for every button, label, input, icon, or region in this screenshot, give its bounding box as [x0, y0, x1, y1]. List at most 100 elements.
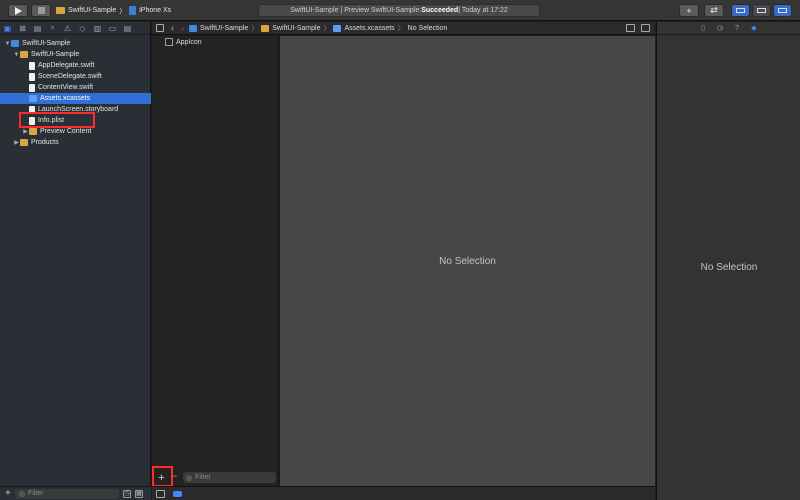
swift-file-icon: [29, 72, 35, 81]
inspector-panel: ▯ ◷ ? ◆ No Selection: [656, 22, 800, 500]
breadcrumb-item[interactable]: SwiftUI-Sample: [272, 25, 320, 32]
folder-icon: [261, 24, 270, 32]
source-control-filter-icon[interactable]: ▦: [134, 489, 143, 498]
tree-item[interactable]: ▼ SwiftUI-Sample: [0, 49, 151, 60]
add-editor-icon[interactable]: [626, 24, 635, 32]
forward-arrow-icon[interactable]: ›: [181, 23, 184, 33]
stop-button[interactable]: [31, 4, 51, 17]
add-asset-button[interactable]: +: [152, 466, 173, 487]
tree-item-label: ContentView.swift: [38, 84, 94, 91]
quick-help-icon[interactable]: ?: [733, 24, 741, 32]
recent-files-icon[interactable]: ◷: [122, 489, 131, 498]
filter-icon: ◎: [186, 474, 193, 482]
navigator-filter-input[interactable]: ◎ Filter: [14, 488, 119, 499]
tree-item-label: SwiftUI-Sample: [22, 40, 71, 47]
app-icon-set-icon: [165, 38, 173, 46]
asset-list-footer: + − ◎ Filter: [152, 466, 279, 487]
project-icon: [189, 24, 197, 32]
navigator-filter-placeholder: Filter: [27, 490, 44, 497]
asset-catalog-list: AppIcon + − ◎ Filter: [152, 36, 279, 487]
disclosure-icon[interactable]: ▶: [22, 128, 29, 135]
asset-catalog-icon: [333, 24, 342, 32]
inspector-tabs: ▯ ◷ ? ◆: [657, 22, 800, 35]
inspector-empty-label: No Selection: [700, 262, 758, 273]
disclosure-icon[interactable]: ▼: [4, 41, 11, 47]
breadcrumb-item[interactable]: Assets.xcassets: [344, 25, 394, 32]
filter-icon: ◎: [18, 490, 25, 498]
add-file-button[interactable]: +: [5, 488, 11, 499]
disclosure-icon[interactable]: ▶: [13, 139, 20, 146]
activity-suffix: | Today at 17:22: [458, 7, 508, 14]
tree-item-label: SwiftUI-Sample: [31, 51, 80, 58]
breadcrumb-item[interactable]: No Selection: [408, 25, 448, 32]
stop-icon: [37, 7, 45, 14]
editor-jump-bar: ‹ › SwiftUI-Sample 〉 SwiftUI-Sample 〉 Assets…: [152, 22, 655, 35]
add-asset-highlight-annotation: [152, 466, 173, 487]
project-navigator: ▣ ⊠ ▤ ⌕ ⚠ ◇ ▥ ▭ ▤ ▼ SwiftUI-Sample ▼ SwiftU…: [0, 22, 151, 500]
tree-item-label: AppDelegate.swift: [38, 62, 95, 69]
attributes-inspector-icon[interactable]: ◆: [750, 24, 758, 32]
assets-highlight-annotation: [19, 112, 95, 128]
debug-area-toggle-icon[interactable]: [173, 490, 182, 497]
asset-catalog-icon: [29, 95, 37, 102]
breadcrumb-separator: 〉: [397, 25, 405, 32]
window-toolbar: SwiftUI-Sample 〉 iPhone Xs SwiftUI-Sampl…: [0, 0, 800, 21]
run-button[interactable]: [8, 4, 28, 17]
file-inspector-icon[interactable]: ▯: [699, 24, 707, 32]
source-control-tab-icon[interactable]: ⊠: [18, 24, 27, 33]
show-slicing-icon[interactable]: [156, 489, 165, 498]
folder-tab-icon[interactable]: ▣: [3, 24, 12, 33]
asset-item-appicon[interactable]: AppIcon: [165, 38, 202, 46]
tree-item-label: Products: [31, 139, 59, 146]
tree-item-label: Assets.xcassets: [40, 95, 91, 102]
activity-prefix: SwiftUI-Sample | Preview SwiftUI-Sample:: [290, 7, 422, 14]
activity-viewer: SwiftUI-Sample | Preview SwiftUI-Sample:…: [258, 4, 540, 17]
symbol-tab-icon[interactable]: ▤: [33, 24, 42, 33]
history-inspector-icon[interactable]: ◷: [716, 24, 724, 32]
back-arrow-icon[interactable]: ‹: [171, 23, 174, 33]
breakpoint-tab-icon[interactable]: ▭: [108, 24, 117, 33]
folder-icon: [20, 51, 28, 58]
plus-icon: +: [686, 5, 692, 16]
right-panel-icon: [778, 8, 787, 13]
test-tab-icon[interactable]: ◇: [78, 24, 87, 33]
disclosure-icon[interactable]: ▼: [13, 52, 20, 58]
code-review-button[interactable]: ⇄: [704, 4, 724, 17]
scheme-device-label: iPhone Xs: [139, 7, 172, 14]
related-items-icon[interactable]: [156, 24, 164, 32]
find-tab-icon[interactable]: ⌕: [48, 23, 57, 33]
app-target-icon: [56, 7, 65, 14]
folder-icon: [20, 139, 28, 146]
asset-filter-input[interactable]: ◎ Filter: [183, 472, 276, 483]
asset-filter-placeholder: Filter: [195, 474, 211, 481]
library-button[interactable]: +: [679, 4, 699, 17]
split-editor-icon[interactable]: [641, 24, 650, 32]
canvas-empty-label: No Selection: [439, 255, 496, 267]
tree-item[interactable]: ▼ SwiftUI-Sample: [0, 38, 151, 49]
navigator-toggle-button[interactable]: [731, 4, 750, 17]
swift-file-icon: [29, 61, 35, 70]
debug-area-toggle-button[interactable]: [752, 4, 771, 17]
issue-tab-icon[interactable]: ⚠: [63, 24, 72, 33]
scheme-selector[interactable]: SwiftUI-Sample 〉 iPhone Xs: [56, 4, 171, 17]
scheme-app-label: SwiftUI-Sample: [68, 7, 117, 14]
breadcrumb-item[interactable]: SwiftUI-Sample: [200, 25, 248, 32]
tree-item[interactable]: Assets.xcassets: [0, 93, 151, 104]
navigator-tabs: ▣ ⊠ ▤ ⌕ ⚠ ◇ ▥ ▭ ▤: [0, 22, 150, 35]
scheme-separator: 〉: [119, 7, 127, 15]
debug-tab-icon[interactable]: ▥: [93, 24, 102, 33]
tree-item[interactable]: ▶ Products: [0, 137, 151, 148]
editor-bottom-bar: [152, 486, 655, 500]
tree-item[interactable]: SceneDelegate.swift: [0, 71, 151, 82]
inspector-toggle-button[interactable]: [773, 4, 792, 17]
project-icon: [11, 40, 19, 47]
tree-item[interactable]: ContentView.swift: [0, 82, 151, 93]
bottom-panel-icon: [757, 8, 766, 13]
asset-editor-canvas: No Selection: [280, 36, 655, 486]
report-tab-icon[interactable]: ▤: [123, 24, 132, 33]
remove-asset-button[interactable]: −: [172, 471, 177, 481]
asset-item-label: AppIcon: [176, 38, 202, 46]
swift-file-icon: [29, 83, 35, 92]
swap-icon: ⇄: [710, 5, 718, 15]
tree-item[interactable]: AppDelegate.swift: [0, 60, 151, 71]
